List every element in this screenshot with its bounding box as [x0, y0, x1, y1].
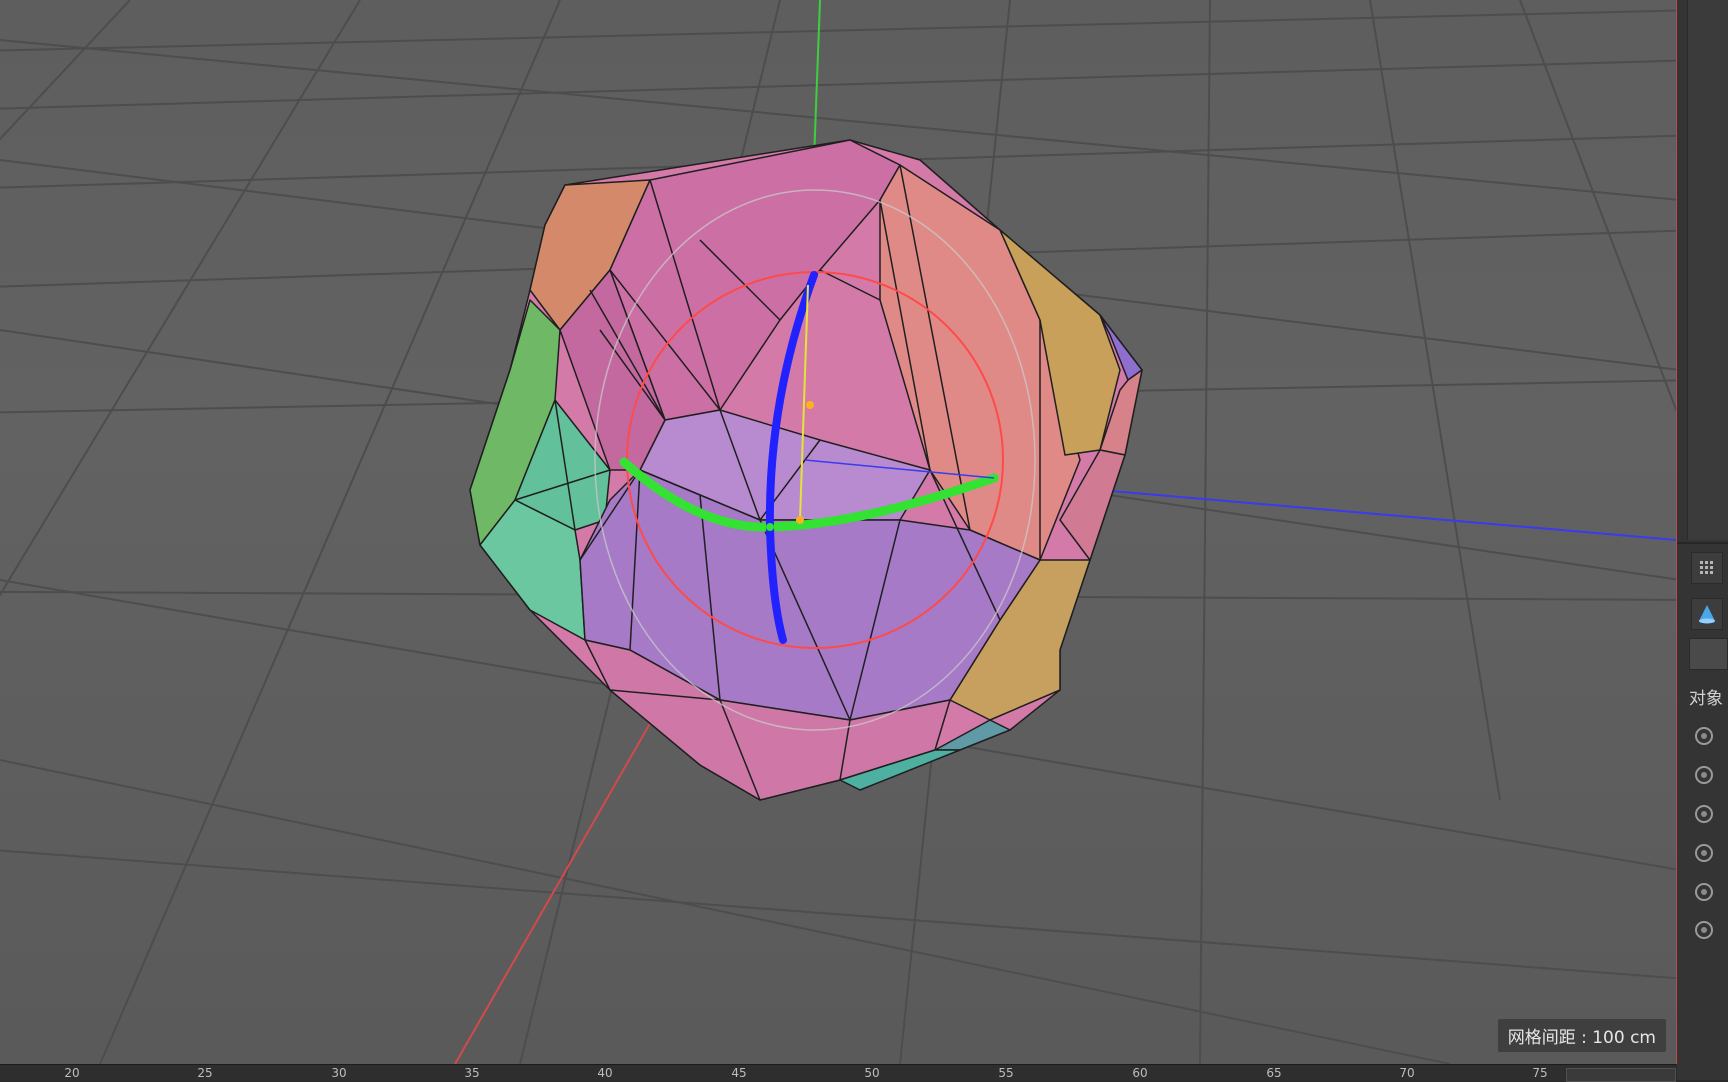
polyhedron-object[interactable] — [469, 139, 1143, 801]
timeline-tick: 25 — [197, 1066, 213, 1080]
3d-viewport[interactable]: 网格间距 : 100 cm — [0, 0, 1677, 1064]
grid-icon[interactable] — [1691, 552, 1723, 584]
timeline-ruler[interactable]: 20 25 30 35 40 45 50 55 60 65 70 75 — [0, 1064, 1676, 1082]
timeline-tick: 30 — [331, 1066, 347, 1080]
side-panel-field[interactable] — [1689, 638, 1728, 670]
timeline-tick: 70 — [1399, 1066, 1415, 1080]
side-panel: 对象 — [1677, 0, 1728, 1080]
cone-icon[interactable] — [1691, 598, 1723, 630]
timeline-tick: 50 — [864, 1066, 880, 1080]
grid-spacing-label: 网格间距 : 100 cm — [1497, 1019, 1666, 1052]
timeline-tick: 45 — [731, 1066, 747, 1080]
radio-option[interactable] — [1695, 727, 1713, 745]
world-axis-y — [813, 0, 821, 161]
radio-option[interactable] — [1695, 883, 1713, 901]
radio-option[interactable] — [1695, 921, 1713, 939]
side-panel-upper — [1687, 0, 1728, 540]
radio-option[interactable] — [1695, 805, 1713, 823]
timeline-tick: 20 — [64, 1066, 80, 1080]
timeline-tick: 65 — [1266, 1066, 1282, 1080]
radio-option[interactable] — [1695, 766, 1713, 784]
side-panel-divider — [1677, 542, 1728, 544]
timeline-tick: 40 — [597, 1066, 613, 1080]
world-axis-z — [1099, 489, 1676, 541]
timeline-tick: 60 — [1132, 1066, 1148, 1080]
objects-label: 对象 — [1689, 689, 1723, 709]
radio-option[interactable] — [1695, 844, 1713, 862]
timeline-tick: 55 — [998, 1066, 1014, 1080]
viewport-scene[interactable] — [0, 0, 1676, 1064]
timeline-tick: 75 — [1532, 1066, 1548, 1080]
timeline-tick: 35 — [464, 1066, 480, 1080]
